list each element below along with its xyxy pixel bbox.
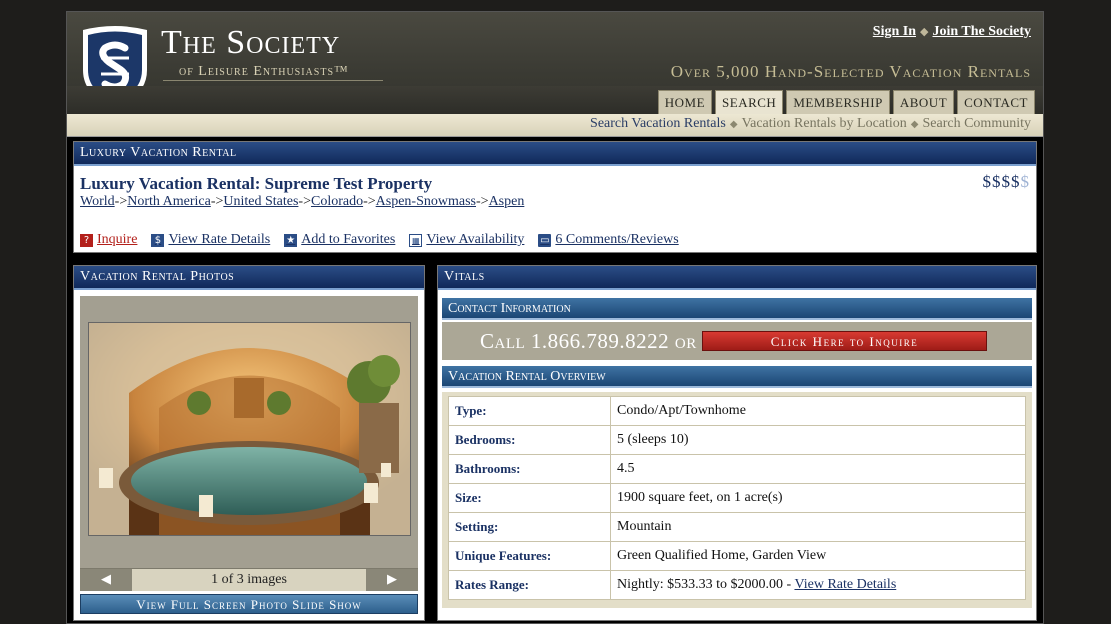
speech-bubble-icon: ▭	[538, 233, 552, 247]
rentals-by-location-link[interactable]: Vacation Rentals by Location	[742, 116, 907, 131]
breadcrumb-united-states[interactable]: United States	[223, 194, 298, 209]
tab-contact[interactable]: CONTACT	[957, 90, 1035, 115]
table-row: Unique Features: Green Qualified Home, Ga…	[448, 541, 1026, 571]
row-key: Rates Range:	[448, 570, 611, 600]
calendar-icon: ▦	[409, 233, 423, 247]
favorites-label: Add to Favorites	[301, 232, 396, 247]
main-nav: HOME SEARCH MEMBERSHIP ABOUT CONTACT	[67, 86, 1043, 115]
breadcrumb-sep: ->	[298, 194, 311, 209]
table-row: Bedrooms: 5 (sleeps 10)	[448, 425, 1026, 455]
inquire-link[interactable]: ? Inquire	[80, 232, 137, 248]
dollar-icon: $	[151, 233, 165, 247]
row-value: Green Qualified Home, Garden View	[610, 541, 1026, 571]
rental-photo[interactable]	[88, 322, 411, 536]
sub-nav: Search Vacation Rentals ◆ Vacation Rentals…	[67, 114, 1043, 137]
slideshow-button[interactable]: View Full Screen Photo Slide Show	[80, 594, 418, 614]
contact-info-header: Contact Information	[442, 298, 1032, 320]
breadcrumb-aspen[interactable]: Aspen	[489, 194, 525, 209]
row-key: Setting:	[448, 512, 611, 542]
price-symbols: $$$$	[982, 172, 1021, 191]
view-availability-link[interactable]: ▦ View Availability	[409, 232, 524, 248]
tagline: Over 5,000 Hand-Selected Vacation Rental…	[670, 62, 1031, 81]
tab-search[interactable]: SEARCH	[715, 90, 784, 115]
tab-home[interactable]: HOME	[657, 90, 713, 115]
breadcrumb-north-america[interactable]: North America	[127, 194, 211, 209]
add-to-favorites-link[interactable]: ★ Add to Favorites	[284, 232, 395, 248]
site-header: The Society of Leisure Enthusiasts™ Sign…	[67, 12, 1043, 116]
view-rate-details-table-link[interactable]: View Rate Details	[794, 577, 896, 592]
section-header-vitals: Vitals	[438, 266, 1036, 290]
row-key: Size:	[448, 483, 611, 513]
table-row: Size: 1900 square feet, on 1 acre(s)	[448, 483, 1026, 513]
property-actions: ? Inquire $ View Rate Details ★ Add to Favo…	[80, 232, 679, 248]
comments-reviews-link[interactable]: ▭ 6 Comments/Reviews	[538, 232, 679, 248]
breadcrumb: World->North America->United States->Col…	[80, 194, 524, 210]
row-value: Mountain	[610, 512, 1026, 542]
table-row: Bathrooms: 4.5	[448, 454, 1026, 484]
photo-viewer: ◀ 1 of 3 images ▶	[80, 296, 418, 591]
row-value: 4.5	[610, 454, 1026, 484]
property-title: Luxury Vacation Rental: Supreme Test Pro…	[80, 174, 433, 193]
tab-about[interactable]: ABOUT	[892, 90, 955, 115]
brand-divider	[163, 80, 383, 81]
photos-panel: Vacation Rental Photos ◀ 1 of 3 images ▶…	[73, 265, 425, 621]
view-rate-details-link[interactable]: $ View Rate Details	[151, 232, 270, 248]
table-row: Setting: Mountain	[448, 512, 1026, 542]
breadcrumb-world[interactable]: World	[80, 194, 115, 209]
rates-range-text: Nightly: $533.33 to $2000.00 -	[617, 577, 795, 592]
breadcrumb-aspen-snowmass[interactable]: Aspen-Snowmass	[376, 194, 476, 209]
rate-details-label: View Rate Details	[168, 232, 271, 247]
row-value: 1900 square feet, on 1 acre(s)	[610, 483, 1026, 513]
inquire-label: Inquire	[97, 232, 138, 247]
table-row: Rates Range: Nightly: $533.33 to $2000.00…	[448, 570, 1026, 600]
overview-header: Vacation Rental Overview	[442, 366, 1032, 388]
contact-info: Call 1.866.789.8222 or Click Here to Inq…	[442, 322, 1032, 360]
row-key: Unique Features:	[448, 541, 611, 571]
breadcrumb-sep: ->	[114, 194, 128, 209]
comments-label: 6 Comments/Reviews	[555, 232, 679, 247]
inquire-button[interactable]: Click Here to Inquire	[702, 331, 987, 351]
question-icon: ?	[80, 233, 93, 247]
separator: ◆	[729, 119, 738, 130]
availability-label: View Availability	[426, 232, 525, 247]
price-symbols-dim: $	[1020, 172, 1030, 191]
account-links: Sign In ◆ Join The Society	[873, 24, 1031, 40]
row-key: Bathrooms:	[448, 454, 611, 484]
vitals-panel: Vitals Contact Information Call 1.866.78…	[437, 265, 1037, 621]
separator: ◆	[910, 119, 919, 130]
overview-table-wrap: Type: Condo/Apt/Townhome Bedrooms: 5 (slee…	[442, 392, 1032, 608]
search-rentals-link[interactable]: Search Vacation Rentals	[590, 116, 726, 131]
row-value: Condo/Apt/Townhome	[610, 396, 1026, 426]
price-rating: $$$$$	[983, 172, 1031, 192]
row-value: Nightly: $533.33 to $2000.00 - View Rate…	[610, 570, 1026, 600]
photo-pager: ◀ 1 of 3 images ▶	[80, 568, 418, 591]
arrow-right-icon: ▶	[387, 572, 397, 587]
row-key: Bedrooms:	[448, 425, 611, 455]
brand-title[interactable]: The Society	[161, 26, 340, 60]
property-summary: Luxury Vacation Rental Luxury Vacation R…	[73, 141, 1037, 253]
separator: ◆	[920, 26, 929, 38]
tab-membership[interactable]: MEMBERSHIP	[786, 90, 890, 115]
breadcrumb-sep: ->	[363, 194, 376, 209]
brand-subtitle: of Leisure Enthusiasts™	[179, 64, 349, 79]
search-community-link[interactable]: Search Community	[923, 116, 1032, 131]
row-key: Type:	[448, 396, 611, 426]
section-header-photos: Vacation Rental Photos	[74, 266, 424, 290]
spa-pool-image	[89, 323, 410, 535]
star-icon: ★	[284, 233, 298, 247]
sign-in-link[interactable]: Sign In	[873, 24, 916, 39]
breadcrumb-sep: ->	[476, 194, 489, 209]
section-header-luxury: Luxury Vacation Rental	[74, 142, 1036, 166]
breadcrumb-sep: ->	[210, 194, 224, 209]
breadcrumb-colorado[interactable]: Colorado	[311, 194, 363, 209]
row-value: 5 (sleeps 10)	[610, 425, 1026, 455]
join-link[interactable]: Join The Society	[932, 24, 1031, 39]
table-row: Type: Condo/Apt/Townhome	[448, 396, 1026, 426]
overview-table: Type: Condo/Apt/Townhome Bedrooms: 5 (slee…	[448, 396, 1026, 600]
call-phone-text: Call 1.866.789.8222 or	[480, 329, 697, 353]
page-frame: The Society of Leisure Enthusiasts™ Sign…	[66, 11, 1044, 624]
next-photo-button[interactable]: ▶	[366, 569, 418, 591]
